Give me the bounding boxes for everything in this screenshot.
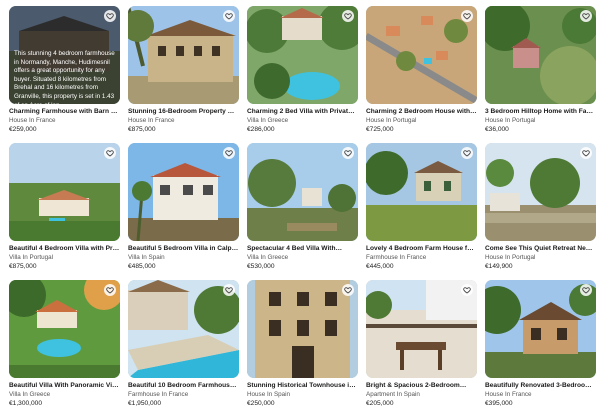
listing-photo[interactable] <box>366 280 477 378</box>
listing-photo[interactable] <box>485 280 596 378</box>
listing-card[interactable]: Stunning 16-Bedroom Property with… House … <box>128 6 239 139</box>
listing-photo[interactable] <box>366 6 477 104</box>
listing-location: Villa In Greece <box>247 117 289 124</box>
heart-icon[interactable] <box>342 284 354 296</box>
listing-title[interactable]: Beautifully Renovated 3-Bedroom… <box>485 382 596 390</box>
listing-card[interactable]: Beautiful Villa With Panoramic Views o…V… <box>9 280 120 413</box>
listing-card[interactable]: Charming 2 Bedroom House with Pool …Hous… <box>366 6 477 139</box>
listing-title[interactable]: Bright & Spacious 2-Bedroom… <box>366 382 477 390</box>
listing-grid: This stunning 4 bedroom farmhouse in Nor… <box>0 0 600 413</box>
listing-photo[interactable] <box>9 143 120 241</box>
heart-icon[interactable] <box>223 147 235 159</box>
listing-photo[interactable] <box>128 143 239 241</box>
listing-title[interactable]: Beautiful 10 Bedroom Farmhouse with… <box>128 382 239 390</box>
listing-location: House In Portugal <box>366 117 417 124</box>
listing-title[interactable]: Come See This Quiet Retreat Nestled in… <box>485 245 596 253</box>
listing-location: Villa In Portugal <box>9 254 53 261</box>
listing-photo[interactable] <box>128 6 239 104</box>
heart-icon[interactable] <box>104 284 116 296</box>
listing-card[interactable]: Come See This Quiet Retreat Nestled in…H… <box>485 143 596 276</box>
heart-icon[interactable] <box>461 284 473 296</box>
listing-card[interactable]: This stunning 4 bedroom farmhouse in Nor… <box>9 6 120 139</box>
listing-description-overlay: This stunning 4 bedroom farmhouse in Nor… <box>9 6 120 104</box>
listing-price: €395,000 <box>485 400 513 407</box>
listing-photo[interactable] <box>247 143 358 241</box>
listing-price: €1,300,000 <box>9 400 43 407</box>
heart-icon[interactable] <box>104 147 116 159</box>
listing-price: €149,900 <box>485 263 513 270</box>
listing-price: €530,000 <box>247 263 275 270</box>
heart-icon[interactable] <box>461 147 473 159</box>
listing-price: €725,000 <box>366 126 394 133</box>
listing-location: Villa In Spain <box>128 254 165 261</box>
heart-icon[interactable] <box>580 147 592 159</box>
heart-icon[interactable] <box>580 284 592 296</box>
listing-title[interactable]: Beautiful Villa With Panoramic Views o… <box>9 382 120 390</box>
listing-card[interactable]: Beautiful 4 Bedroom Villa with Private…V… <box>9 143 120 276</box>
listing-card[interactable]: Charming 2 Bed Villa with Private Pool …… <box>247 6 358 139</box>
heart-icon[interactable] <box>342 10 354 22</box>
listing-title[interactable]: Beautiful 5 Bedroom Villa in Calpe with… <box>128 245 239 253</box>
listing-location: Farmhouse In France <box>128 391 189 398</box>
listing-location: Villa In Greece <box>9 391 51 398</box>
listing-photo[interactable] <box>366 143 477 241</box>
listing-card[interactable]: Beautiful 5 Bedroom Villa in Calpe with…… <box>128 143 239 276</box>
listing-title[interactable]: 3 Bedroom Hilltop Home with Fantasti… <box>485 108 596 116</box>
listing-price: €250,000 <box>247 400 275 407</box>
listing-price: €875,000 <box>128 126 156 133</box>
heart-icon[interactable] <box>342 147 354 159</box>
listing-price: €1,950,000 <box>128 400 162 407</box>
heart-icon[interactable] <box>104 10 116 22</box>
heart-icon[interactable] <box>461 10 473 22</box>
listing-price: €36,000 <box>485 126 509 133</box>
listing-card[interactable]: Beautifully Renovated 3-Bedroom… House In… <box>485 280 596 413</box>
heart-icon[interactable] <box>580 10 592 22</box>
listing-price: €205,000 <box>366 400 394 407</box>
listing-photo[interactable] <box>9 280 120 378</box>
listing-price: €445,000 <box>366 263 394 270</box>
listing-title[interactable]: Beautiful 4 Bedroom Villa with Private… <box>9 245 120 253</box>
listing-photo[interactable] <box>128 280 239 378</box>
heart-icon[interactable] <box>223 10 235 22</box>
listing-title[interactable]: Stunning Historical Townhouse in Pego… <box>247 382 358 390</box>
listing-card[interactable]: Bright & Spacious 2-Bedroom… Apartment In… <box>366 280 477 413</box>
listing-price: €259,000 <box>9 126 37 133</box>
listing-card[interactable]: Spectacular 4 Bed Villa With… Villa In Gr… <box>247 143 358 276</box>
listing-title[interactable]: Charming Farmhouse with Barn and… <box>9 108 120 116</box>
listing-card[interactable]: 3 Bedroom Hilltop Home with Fantasti…Hou… <box>485 6 596 139</box>
listing-photo[interactable] <box>247 280 358 378</box>
listing-location: House In Spain <box>247 391 291 398</box>
listing-title[interactable]: Charming 2 Bed Villa with Private Pool … <box>247 108 358 116</box>
listing-location: Apartment In Spain <box>366 391 420 398</box>
heart-icon[interactable] <box>223 284 235 296</box>
listing-price: €875,000 <box>9 263 37 270</box>
listing-photo[interactable] <box>247 6 358 104</box>
listing-location: Villa In Greece <box>247 254 289 261</box>
listing-location: House In France <box>485 391 532 398</box>
listing-title[interactable]: Lovely 4 Bedroom Farm House for Sale… <box>366 245 477 253</box>
listing-location: House In France <box>9 117 56 124</box>
listing-title[interactable]: Spectacular 4 Bed Villa With… <box>247 245 358 253</box>
listing-price: €286,000 <box>247 126 275 133</box>
listing-title[interactable]: Charming 2 Bedroom House with Pool … <box>366 108 477 116</box>
listing-photo[interactable] <box>485 143 596 241</box>
listing-card[interactable]: Lovely 4 Bedroom Farm House for Sale…Far… <box>366 143 477 276</box>
listing-location: Farmhouse In France <box>366 254 427 261</box>
listing-card[interactable]: Stunning Historical Townhouse in Pego…Ho… <box>247 280 358 413</box>
listing-card[interactable]: Beautiful 10 Bedroom Farmhouse with…Farm… <box>128 280 239 413</box>
listing-location: House In Portugal <box>485 254 536 261</box>
listing-title[interactable]: Stunning 16-Bedroom Property with… <box>128 108 239 116</box>
listing-photo[interactable]: This stunning 4 bedroom farmhouse in Nor… <box>9 6 120 104</box>
listing-photo[interactable] <box>485 6 596 104</box>
listing-price: €485,000 <box>128 263 156 270</box>
listing-location: House In Portugal <box>485 117 536 124</box>
listing-location: House In France <box>128 117 175 124</box>
